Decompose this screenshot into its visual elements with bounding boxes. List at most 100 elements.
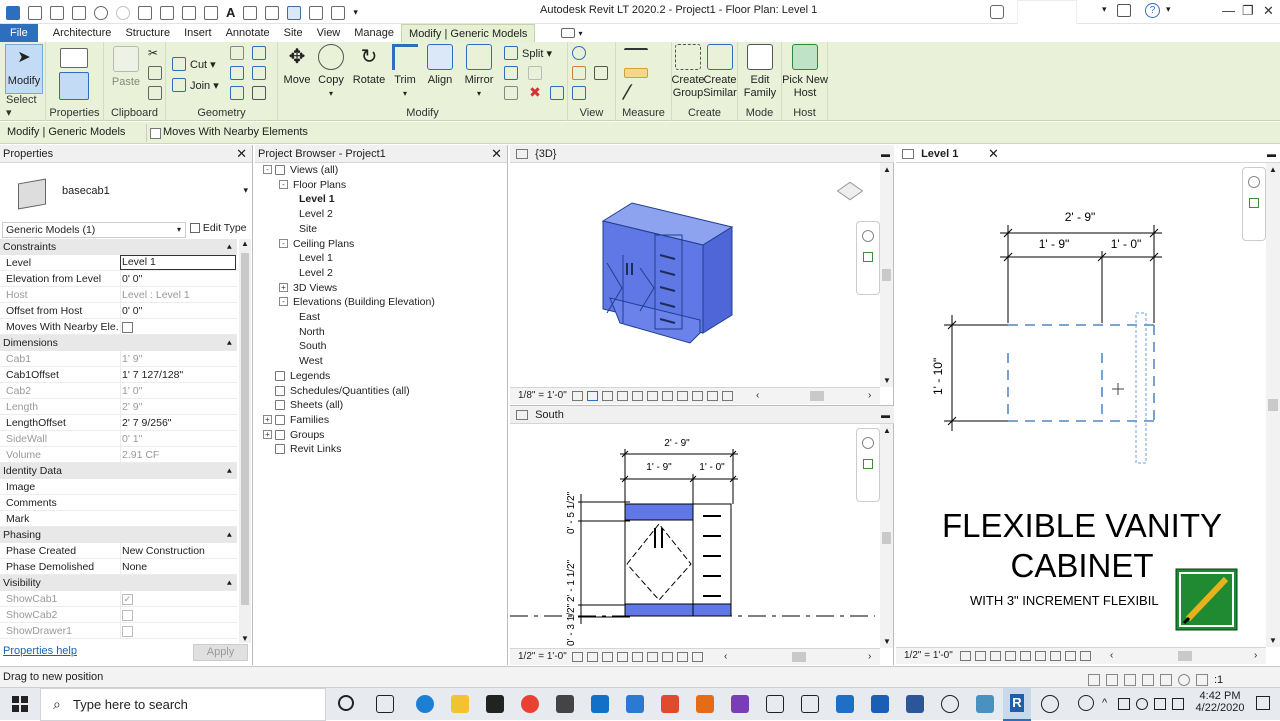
expand-toggle-icon[interactable]: + [263,414,272,424]
property-checkbox[interactable] [122,609,133,621]
plan-visual-style-icon[interactable] [975,651,986,661]
tab-options-dropdown-icon[interactable]: ▾ [578,29,582,38]
browser-node[interactable]: Schedules/Quantities (all) [255,384,505,398]
plan-sun-path-icon[interactable] [990,651,1001,661]
browser-node[interactable]: East [255,310,505,324]
view-3d-hscroll-thumb[interactable] [810,391,824,401]
hide-element-icon[interactable] [572,46,586,60]
save-icon[interactable] [50,5,64,20]
property-row[interactable]: Image [0,479,237,495]
filter-icon[interactable] [1196,674,1208,686]
property-row[interactable]: Cab1 1' 9" [0,351,237,367]
open-icon[interactable] [28,5,42,20]
plan-hscroll-right-icon[interactable]: › [1254,648,1257,664]
view-plan-scale[interactable]: 1/2" = 1'-0" [904,650,953,661]
property-row[interactable]: Cab1Offset 1' 7 127/128" [0,367,237,383]
edge-icon[interactable] [416,695,434,713]
property-row[interactable]: Comments [0,495,237,511]
select-dropdown[interactable]: Select ▾ [0,94,45,119]
browser-node[interactable]: Level 1 [255,192,505,206]
browser-node[interactable]: + Families [255,413,505,427]
scale-icon[interactable] [528,66,542,80]
browser-node[interactable]: - Floor Plans [255,178,505,192]
hscroll-left-icon[interactable]: ‹ [756,388,759,404]
array-icon[interactable] [504,66,518,80]
close-hidden-icon[interactable] [309,5,324,20]
windows-start-icon[interactable] [12,696,28,712]
search-dropdown-icon[interactable]: ▾ [1102,4,1107,15]
property-value[interactable]: 0' 0" [120,303,236,319]
sun-path-icon[interactable] [602,391,613,401]
redo-icon[interactable] [116,5,130,20]
view-3d-menu-icon[interactable]: ▬ [881,145,890,163]
powerpoint-icon[interactable] [696,695,714,713]
property-value[interactable]: 0' 1" [120,431,236,447]
expand-toggle-icon[interactable]: - [279,238,288,248]
file-explorer-icon[interactable] [451,695,469,713]
word-icon[interactable] [906,695,924,713]
temp-hide-icon[interactable] [677,391,688,401]
chrome-icon[interactable] [521,695,539,713]
plan-steering-wheel-icon[interactable] [1248,176,1260,188]
view-plan-hscroll-thumb[interactable] [1178,651,1192,661]
reveal-hidden-icon[interactable] [692,391,703,401]
linework-icon[interactable] [594,66,608,80]
apply-button[interactable]: Apply [193,644,248,661]
plan-reveal-hidden-icon[interactable] [1065,651,1076,661]
help-dropdown-icon[interactable]: ▾ [1166,4,1171,15]
revit-taskbar-button[interactable]: R [1003,688,1031,721]
select-by-face-icon[interactable] [1142,674,1154,686]
browser-node[interactable]: South [255,339,505,353]
cope-icon[interactable] [172,57,186,71]
property-row[interactable]: Volume 2.91 CF [0,447,237,463]
chat-app-icon[interactable] [976,695,994,713]
visual-style-icon[interactable] [587,391,598,401]
copy-button[interactable]: Copy ▾ [316,44,346,100]
browser-node[interactable]: Legends [255,369,505,383]
notifications-icon[interactable] [1256,696,1270,710]
tab-site[interactable]: Site [277,24,310,42]
modify-button[interactable]: ➤ Modify [5,44,43,94]
expand-toggle-icon[interactable]: + [263,429,272,439]
plan-zoom-icon[interactable] [1249,198,1259,208]
cut-icon[interactable]: ✂ [148,46,162,60]
property-row[interactable]: Length 2' 9" [0,399,237,415]
property-value[interactable]: 1' 7 127/128" [120,367,236,383]
property-row[interactable]: ShowCab2 [0,607,237,623]
property-row[interactable]: Host Level : Level 1 [0,287,237,303]
plan-crop-view-icon[interactable] [1020,651,1031,661]
cut-geometry-button[interactable]: Cut ▾ [190,58,216,71]
measure-between-icon[interactable] [624,48,648,58]
browser-node[interactable]: Level 2 [255,266,505,280]
browser-node[interactable]: - Views (all) [255,163,505,177]
property-row[interactable]: SideWall 0' 1" [0,431,237,447]
create-group-button[interactable]: Create Group [670,44,706,100]
crop-view-icon[interactable] [632,391,643,401]
property-value[interactable] [120,623,236,639]
demolish-icon[interactable] [252,66,266,80]
property-row[interactable]: Phase Demolished None [0,559,237,575]
tab-modify-generic-models[interactable]: Modify | Generic Models [401,24,536,42]
switch-windows-icon[interactable] [331,5,346,20]
store-icon[interactable] [486,695,504,713]
tab-annotate[interactable]: Annotate [219,24,277,42]
network-tool-icon[interactable] [871,695,889,713]
property-checkbox[interactable]: ✓ [122,593,133,605]
property-value[interactable]: 2.91 CF [120,447,236,463]
property-row[interactable]: LengthOffset 2' 7 9/256" [0,415,237,431]
property-row[interactable]: ShowCab1 ✓ [0,591,237,607]
outlook-icon[interactable] [836,695,854,713]
view-south-vscrollbar[interactable]: ▲ ▼ [880,424,893,648]
collapse-icon[interactable]: ⯅ [226,463,233,479]
copy-clipboard-icon[interactable] [148,66,162,80]
close-button[interactable]: ✕ [1263,3,1274,19]
property-row[interactable]: Offset from Host 0' 0" [0,303,237,319]
rotate-button[interactable]: ↻ Rotate [352,44,386,87]
onedrive-icon[interactable] [1136,698,1148,710]
south-crop-view-icon[interactable] [632,652,643,662]
property-value[interactable]: 0' 0" [120,271,236,287]
color-picker-icon[interactable] [731,695,749,713]
sync-icon[interactable] [72,5,86,20]
properties-scrollbar[interactable]: ▲ ▼ [239,239,251,643]
property-value[interactable]: New Construction [120,543,236,559]
